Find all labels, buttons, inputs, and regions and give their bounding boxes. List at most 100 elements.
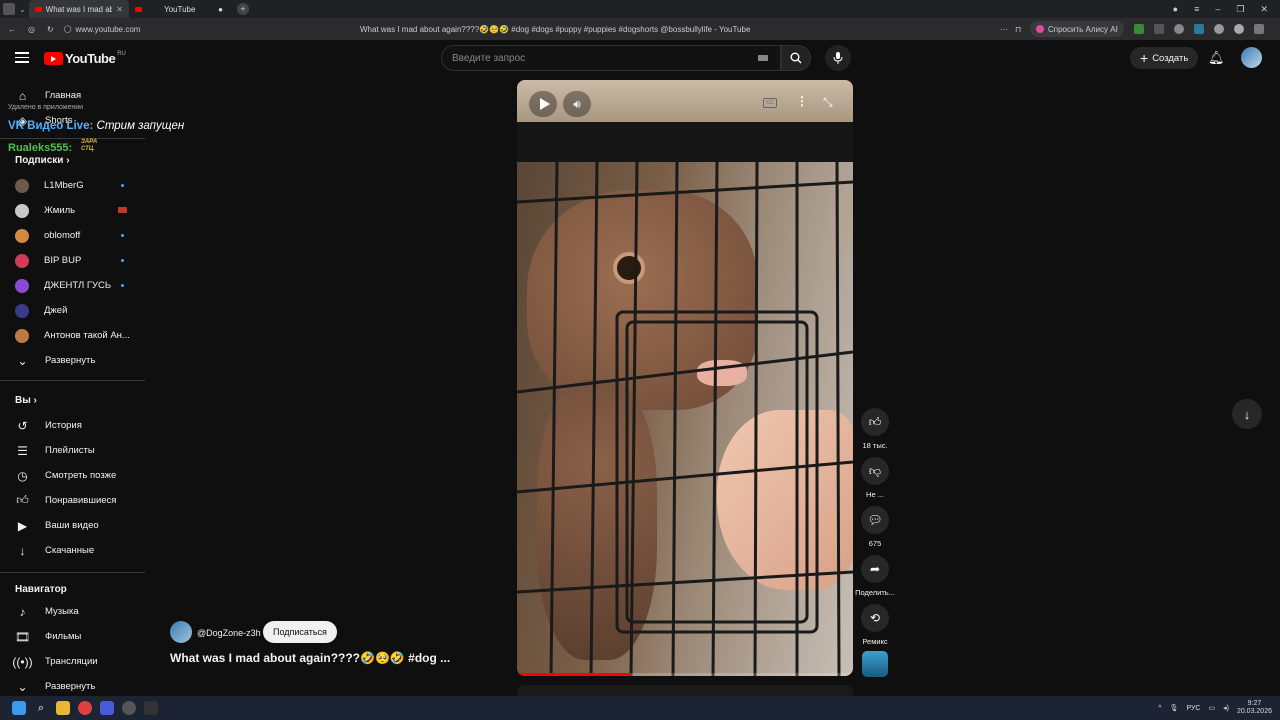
channel-avatar [15, 328, 29, 343]
download-icon[interactable] [1254, 24, 1264, 34]
new-tab-icon[interactable]: + [237, 3, 249, 15]
hamburger-menu-icon[interactable] [15, 52, 29, 63]
tab-video[interactable]: What was I mad about ✕ [29, 0, 129, 18]
play-button[interactable] [529, 91, 557, 117]
extension-icon[interactable] [1194, 24, 1204, 34]
progress-bar[interactable] [517, 673, 853, 676]
clock[interactable]: 9:27 20.03.2026 [1237, 700, 1272, 716]
extension-icon[interactable] [1234, 24, 1244, 34]
sidebar-item-playlists[interactable]: ☰ Плейлисты [0, 438, 145, 463]
channel-name[interactable]: @DogZone-z3h [197, 628, 261, 638]
captions-icon[interactable]: CC [763, 98, 777, 108]
mic-icon[interactable]: 🎙︎ [1170, 704, 1179, 712]
search-icon [790, 52, 802, 64]
search-button[interactable] [781, 45, 811, 71]
channel-avatar [15, 228, 29, 243]
close-tab-icon[interactable]: ✕ [116, 5, 123, 14]
share-button[interactable]: ➦ [861, 555, 889, 583]
sidebar-item-liked[interactable]: 👍︎ Понравившиеся [0, 488, 145, 513]
expand-subscriptions-button[interactable]: ⌄ Развернуть [0, 348, 145, 373]
next-video-button[interactable]: ↓ [1232, 399, 1262, 429]
network-icon[interactable]: ▭ [1208, 704, 1215, 712]
subscription-item[interactable]: oblomoff [0, 223, 145, 248]
file-explorer-icon[interactable] [56, 701, 70, 715]
fullscreen-icon[interactable]: ⤡ [823, 95, 833, 110]
sidebar-item-history[interactable]: ↺ История [0, 413, 145, 438]
url-text[interactable]: www.youtube.com [76, 25, 141, 34]
next-video-peek[interactable] [517, 685, 853, 696]
shield-icon[interactable]: ◎ [28, 25, 35, 34]
subscription-item[interactable]: Джей [0, 298, 145, 323]
comments-button[interactable]: 💬︎ [861, 506, 889, 534]
channel-avatar [15, 278, 29, 293]
ask-ai-button[interactable]: Спросить Алису AI [1030, 21, 1124, 37]
account-avatar[interactable] [1241, 47, 1262, 68]
sidebar-item-broadcasts[interactable]: ((•)) Трансляции [0, 649, 145, 674]
tab-youtube[interactable]: YouTube ● [129, 0, 229, 18]
share-label: Поделить... [855, 588, 895, 597]
sound-thumbnail[interactable] [862, 651, 888, 677]
language-indicator[interactable]: РУС [1186, 705, 1200, 712]
restore-icon[interactable]: ❐ [1236, 4, 1244, 15]
subscribe-button[interactable]: Подписаться [263, 621, 337, 643]
dislike-button[interactable]: 👎︎ [861, 457, 889, 485]
menu-icon[interactable]: ≡ [1194, 4, 1199, 15]
subscription-item[interactable]: Жмиль [0, 198, 145, 223]
tab-list-icon[interactable]: ⌄ [19, 5, 29, 14]
subscription-item[interactable]: ДЖЕНТЛ ГУСЬ [0, 273, 145, 298]
tray-expand-icon[interactable]: ^ [1158, 705, 1161, 712]
play-icon [539, 98, 550, 110]
windows-start-icon[interactable] [12, 701, 26, 715]
volume-icon[interactable]: ◂) [1223, 704, 1229, 712]
sidebar-item-your-videos[interactable]: ▶ Ваши видео [0, 513, 145, 538]
profile-icon[interactable]: ● [1173, 4, 1178, 15]
youtube-logo-icon [44, 52, 63, 65]
back-icon[interactable]: ← [8, 25, 16, 34]
search-input[interactable]: Введите запрос [441, 45, 781, 71]
extension-icon[interactable] [1134, 24, 1144, 34]
bookmark-icon[interactable]: ⊓ [1015, 25, 1021, 34]
steam-icon[interactable] [122, 701, 136, 715]
extension-icon[interactable] [1214, 24, 1224, 34]
more-icon[interactable]: ··· [1000, 25, 1008, 34]
extension-icon[interactable] [1154, 24, 1164, 34]
yandex-browser-icon[interactable] [78, 701, 92, 715]
voice-search-button[interactable] [825, 45, 851, 71]
subscription-item[interactable]: L1MberG [0, 173, 145, 198]
like-button[interactable]: 👍︎ [861, 408, 889, 436]
reload-icon[interactable]: ↻ [47, 25, 54, 34]
volume-button[interactable]: 🔊︎ [563, 91, 591, 117]
live-icon [118, 207, 127, 213]
shorts-video-player[interactable]: 🔊︎ CC ⋮ ⤡ [517, 80, 853, 676]
plus-icon: + [1140, 50, 1149, 66]
channel-avatar[interactable] [170, 621, 192, 643]
sidebar-item-downloads[interactable]: ↓ Скачанные [0, 538, 145, 563]
video-title: What was I mad about again????🤣🥺🤣 #dog .… [170, 651, 451, 665]
minimize-icon[interactable]: – [1215, 4, 1220, 15]
thumbs-down-icon: 👎︎ [868, 463, 882, 478]
browser-menu-icon[interactable] [3, 3, 15, 15]
remix-button[interactable]: ⟲ [861, 604, 889, 632]
app-icon[interactable] [144, 701, 158, 715]
extension-icon[interactable] [1174, 24, 1184, 34]
notifications-bell-icon[interactable]: 🔔︎ [1208, 50, 1225, 66]
navigator-title: Навигатор [15, 584, 67, 595]
subscription-item[interactable]: BIP BUP [0, 248, 145, 273]
close-window-icon[interactable]: ✕ [1260, 4, 1268, 15]
sidebar-item-music[interactable]: ♪ Музыка [0, 599, 145, 624]
app-icon[interactable] [100, 701, 114, 715]
keyboard-icon[interactable] [758, 55, 768, 61]
you-section-title[interactable]: Вы › [15, 395, 37, 406]
subscriptions-title[interactable]: Подписки › [15, 155, 70, 166]
sidebar-item-watch-later[interactable]: ◷ Смотреть позже [0, 463, 145, 488]
sidebar: ⌂ Главная ◈ Shorts Подписки › L1MberG Жм… [0, 76, 145, 696]
create-button[interactable]: + Создать [1130, 47, 1199, 69]
history-icon: ↺ [17, 418, 28, 433]
search-icon[interactable]: ⌕ [34, 701, 48, 715]
page-title-text: What was I mad about again????🤣🥺🤣 #dog #… [360, 24, 751, 34]
youtube-logo[interactable]: YouTube RU [44, 51, 126, 66]
more-options-icon[interactable]: ⋮ [796, 94, 808, 108]
thumbs-up-icon: 👍︎ [16, 493, 29, 507]
subscription-item[interactable]: Антонов такой Ан... [0, 323, 145, 348]
sidebar-item-films[interactable]: 🎞︎ Фильмы [0, 624, 145, 649]
